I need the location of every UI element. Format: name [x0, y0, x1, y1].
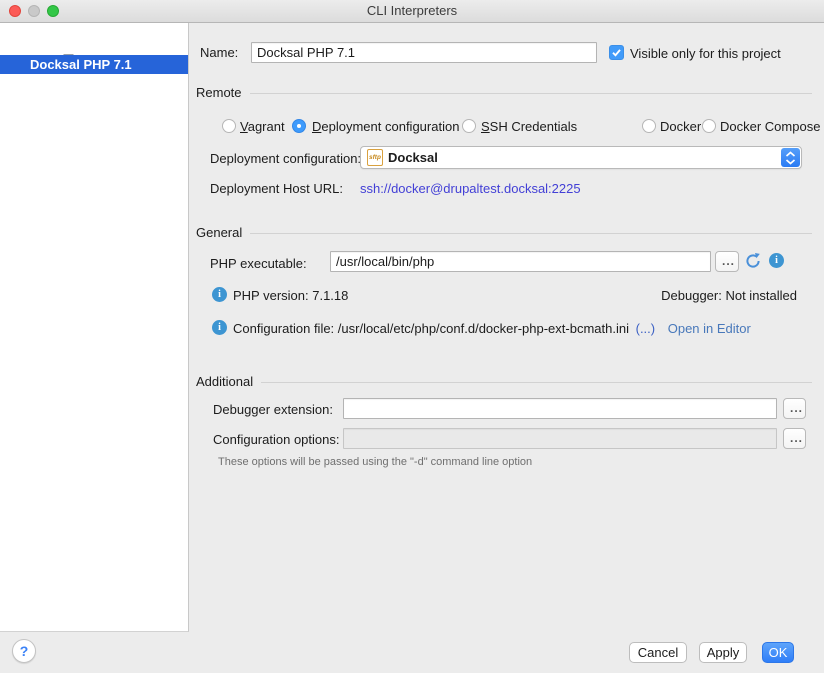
configuration-options-label: Configuration options: [213, 432, 339, 447]
info-icon: i [212, 320, 227, 335]
zoom-window-button[interactable] [47, 5, 59, 17]
sidebar-item-interpreter[interactable]: Docksal PHP 7.1 [0, 55, 188, 74]
debugger-status-text: Debugger: Not installed [661, 288, 797, 303]
radio-deployment-configuration[interactable] [292, 119, 306, 133]
radio-docker-compose[interactable] [702, 119, 716, 133]
radio-deployment-configuration-label[interactable]: Deployment configuration [312, 119, 459, 135]
name-label: Name: [200, 45, 238, 60]
general-section-title: General [196, 225, 242, 240]
titlebar: CLI Interpreters [0, 0, 824, 23]
remote-section-separator: Remote [196, 85, 812, 100]
php-version-text: PHP version: 7.1.18 [233, 288, 348, 303]
refresh-icon [744, 252, 762, 270]
visible-only-checkbox[interactable] [609, 45, 624, 60]
deployment-configuration-label: Deployment configuration: [210, 151, 361, 166]
configuration-options-browse-button[interactable]: ... [783, 428, 806, 449]
php-executable-browse-button[interactable]: ... [715, 251, 739, 272]
window-title: CLI Interpreters [0, 0, 824, 22]
configuration-options-input [343, 428, 777, 449]
debugger-extension-input[interactable] [343, 398, 777, 419]
interpreters-sidebar: + − Docksal PHP 7.1 [0, 23, 189, 632]
help-button[interactable]: ? [12, 639, 36, 663]
name-input[interactable] [251, 42, 597, 63]
radio-docker-label[interactable]: Docker [660, 119, 701, 135]
radio-docker[interactable] [642, 119, 656, 133]
visible-only-checkbox-label[interactable]: Visible only for this project [630, 46, 781, 61]
cli-interpreters-dialog: CLI Interpreters + − Docksal PHP 7.1 Nam… [0, 0, 824, 673]
chevron-up-down-icon [784, 150, 797, 166]
deployment-host-url-value[interactable]: ssh://docker@drupaltest.docksal:2225 [360, 181, 581, 196]
deployment-configuration-value: Docksal [388, 150, 781, 165]
open-in-editor-link[interactable]: Open in Editor [668, 321, 751, 336]
radio-docker-compose-label[interactable]: Docker Compose [720, 119, 820, 135]
sftp-server-icon: sftp [367, 149, 383, 166]
options-hint-text: These options will be passed using the "… [218, 456, 532, 468]
remote-section-title: Remote [196, 85, 242, 100]
radio-vagrant-label[interactable]: Vagrant [240, 119, 285, 135]
checkmark-icon [610, 46, 623, 59]
php-executable-label: PHP executable: [210, 256, 307, 271]
separator-line [261, 382, 812, 383]
general-section-separator: General [196, 225, 812, 240]
expand-config-files-link[interactable]: (...) [636, 321, 656, 336]
php-executable-input[interactable] [330, 251, 711, 272]
configuration-file-row: Configuration file: /usr/local/etc/php/c… [233, 321, 751, 336]
debugger-extension-label: Debugger extension: [213, 402, 333, 417]
radio-ssh-credentials-label[interactable]: SSH Credentials [481, 119, 577, 135]
minimize-window-button[interactable] [28, 5, 40, 17]
ok-button[interactable]: OK [762, 642, 794, 663]
cancel-button[interactable]: Cancel [629, 642, 687, 663]
debugger-extension-browse-button[interactable]: ... [783, 398, 806, 419]
separator-line [250, 93, 812, 94]
deployment-configuration-select[interactable]: sftp Docksal [360, 146, 802, 169]
configuration-file-text: Configuration file: /usr/local/etc/php/c… [233, 321, 629, 336]
show-phpinfo-button[interactable]: i [769, 253, 784, 268]
additional-section-title: Additional [196, 374, 253, 389]
apply-button[interactable]: Apply [699, 642, 747, 663]
separator-line [250, 233, 812, 234]
reload-phpinfo-button[interactable] [744, 252, 762, 273]
question-mark-icon: ? [20, 643, 29, 659]
info-icon: i [212, 287, 227, 302]
dropdown-stepper [781, 148, 800, 167]
additional-section-separator: Additional [196, 374, 812, 389]
close-window-button[interactable] [9, 5, 21, 17]
deployment-host-url-label: Deployment Host URL: [210, 181, 343, 196]
radio-vagrant[interactable] [222, 119, 236, 133]
radio-ssh-credentials[interactable] [462, 119, 476, 133]
